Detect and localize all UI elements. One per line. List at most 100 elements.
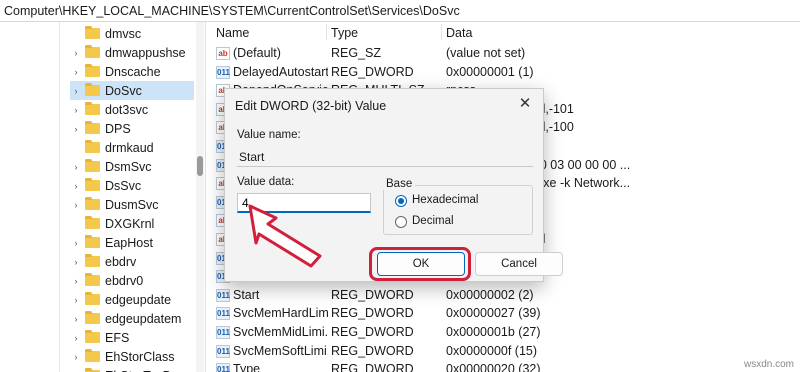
chevron-right-icon[interactable]: › [70, 181, 82, 191]
binary-value-icon: 011 [216, 288, 230, 302]
tree-item[interactable]: › EhStorClass [70, 347, 194, 366]
value-data: 0x00000027 (39) [446, 306, 541, 321]
chevron-right-icon[interactable]: › [70, 333, 82, 343]
binary-value-icon: 011 [216, 307, 230, 321]
chevron-right-icon[interactable]: › [70, 200, 82, 210]
tree-item[interactable]: dmvsc [70, 24, 194, 43]
tree-item-label: DPS [105, 121, 131, 136]
tree-item[interactable]: › ebdrv [70, 252, 194, 271]
value-row[interactable]: 011SvcMemHardLimi...REG_DWORD 0x00000027 … [206, 304, 800, 323]
chevron-right-icon[interactable]: › [70, 162, 82, 172]
folder-icon [85, 45, 100, 58]
binary-value-icon: 011 [216, 344, 230, 358]
chevron-right-icon[interactable]: › [70, 67, 82, 77]
folder-icon [85, 178, 100, 191]
folder-icon [85, 235, 100, 248]
binary-value-icon: 011 [216, 326, 230, 339]
value-name: Type [233, 362, 261, 372]
chevron-right-icon[interactable]: › [70, 257, 82, 267]
value-type: REG_DWORD [331, 325, 414, 339]
tree-item-label: drmkaud [105, 140, 154, 155]
value-type: REG_SZ [331, 46, 382, 60]
column-divider[interactable] [326, 24, 327, 40]
tree-scrollbar-thumb[interactable] [197, 156, 203, 176]
tree-item-label: ebdrv [105, 254, 137, 269]
column-header-data[interactable]: Data [446, 26, 472, 40]
tree-item[interactable]: ›EhStorTcgDrv [70, 366, 194, 372]
value-row[interactable]: 011 SvcMemSoftLimi... REG_DWORD 0x0000000f … [206, 342, 800, 361]
tree-item[interactable]: › DoSvc [70, 81, 194, 100]
folder-icon [85, 121, 100, 134]
tree-item-label: Dnscache [105, 64, 161, 79]
tree-item-label: DsmSvc [105, 159, 152, 174]
decimal-radio[interactable] [395, 216, 407, 228]
folder-icon [85, 292, 100, 305]
ok-button[interactable]: OK [377, 252, 465, 276]
address-bar[interactable]: Computer\HKEY_LOCAL_MACHINE\SYSTEM\Curre… [0, 0, 800, 22]
tree-item-label: DoSvc [105, 83, 142, 98]
value-row[interactable]: 011 Start REG_DWORD 0x00000002 (2) [206, 286, 800, 305]
chevron-right-icon[interactable]: › [70, 276, 82, 286]
chevron-right-icon[interactable]: › [70, 238, 82, 248]
tree-item-label: edgeupdate [105, 292, 172, 307]
column-divider[interactable] [441, 24, 442, 40]
tree-item[interactable]: › EapHost [70, 233, 194, 252]
column-header-name[interactable]: Name [216, 26, 249, 40]
tree-item[interactable]: drmkaud [70, 138, 194, 157]
hexadecimal-label[interactable]: Hexadecimal [412, 194, 478, 206]
tree-item[interactable]: › DPS [70, 119, 194, 138]
chevron-right-icon[interactable]: › [70, 314, 82, 324]
tree-item[interactable]: › DsSvc [70, 176, 194, 195]
tree-item[interactable]: DXGKrnl [70, 214, 194, 233]
value-row[interactable]: 011 Type REG_DWORD 0x00000020 (32) [206, 360, 800, 372]
value-name: DelayedAutostart [233, 64, 328, 79]
base-label: Base [383, 178, 416, 190]
folder-icon [85, 254, 100, 267]
folder-icon [85, 140, 100, 153]
value-row[interactable]: ab (Default) REG_SZ (value not set) [206, 44, 800, 63]
tree-item[interactable]: › EFS [70, 328, 194, 347]
tree-item[interactable]: › dot3svc [70, 100, 194, 119]
folder-icon [85, 330, 100, 343]
cancel-button[interactable]: Cancel [475, 252, 563, 276]
value-row[interactable]: 011 DelayedAutostart REG_DWORD 0x00000001 (… [206, 63, 800, 82]
hexadecimal-radio[interactable] [395, 195, 407, 207]
tree-item[interactable]: › DsmSvc [70, 157, 194, 176]
tree-item[interactable]: › Dnscache [70, 62, 194, 81]
address-path[interactable]: Computer\HKEY_LOCAL_MACHINE\SYSTEM\Curre… [4, 4, 460, 18]
tree-item[interactable]: › DusmSvc [70, 195, 194, 214]
chevron-right-icon[interactable]: › [70, 352, 82, 362]
edit-dword-dialog: Edit DWORD (32-bit) Value ✕ Value name: … [224, 88, 563, 282]
tree-item[interactable]: › edgeupdate [70, 290, 194, 309]
chevron-right-icon[interactable]: › [70, 295, 82, 305]
chevron-right-icon[interactable]: › [70, 86, 82, 96]
value-data-input[interactable] [237, 193, 371, 213]
column-header-type[interactable]: Type [331, 26, 358, 40]
tree-item[interactable]: › edgeupdatem [70, 309, 194, 328]
folder-icon [85, 83, 100, 96]
registry-tree[interactable]: dmvsc › dmwappushse › Dnscache › DoSvc › dot3svc… [0, 22, 204, 372]
tree-item-label: EhStorTcgDrv [105, 369, 182, 372]
decimal-label[interactable]: Decimal [412, 215, 454, 227]
chevron-right-icon[interactable]: › [70, 124, 82, 134]
value-type: REG_DWORD [331, 287, 414, 302]
value-type: REG_DWORD [331, 343, 414, 358]
value-type: REG_DWORD [331, 64, 414, 79]
tree-item[interactable]: › dmwappushse [70, 43, 194, 62]
chevron-right-icon[interactable]: › [70, 48, 82, 58]
close-icon[interactable]: ✕ [513, 94, 537, 114]
chevron-right-icon[interactable]: › [70, 105, 82, 115]
folder-icon [85, 26, 100, 39]
tree-item[interactable]: › ebdrv0 [70, 271, 194, 290]
value-name: SvcMemHardLimi... [233, 306, 328, 321]
folder-icon [85, 197, 100, 210]
value-type: REG_DWORD [331, 306, 414, 321]
value-row[interactable]: 011 SvcMemMidLimi... REG_DWORD 0x0000001b (… [206, 323, 800, 342]
folder-icon [85, 64, 100, 77]
tree-scrollbar[interactable] [196, 22, 204, 372]
value-name: SvcMemMidLimi... [233, 325, 328, 339]
tree-item-label: DsSvc [105, 178, 142, 193]
value-name-label: Value name: [237, 129, 301, 141]
value-data: 0x0000000f (15) [446, 343, 538, 358]
value-name-field: Start [237, 147, 533, 167]
